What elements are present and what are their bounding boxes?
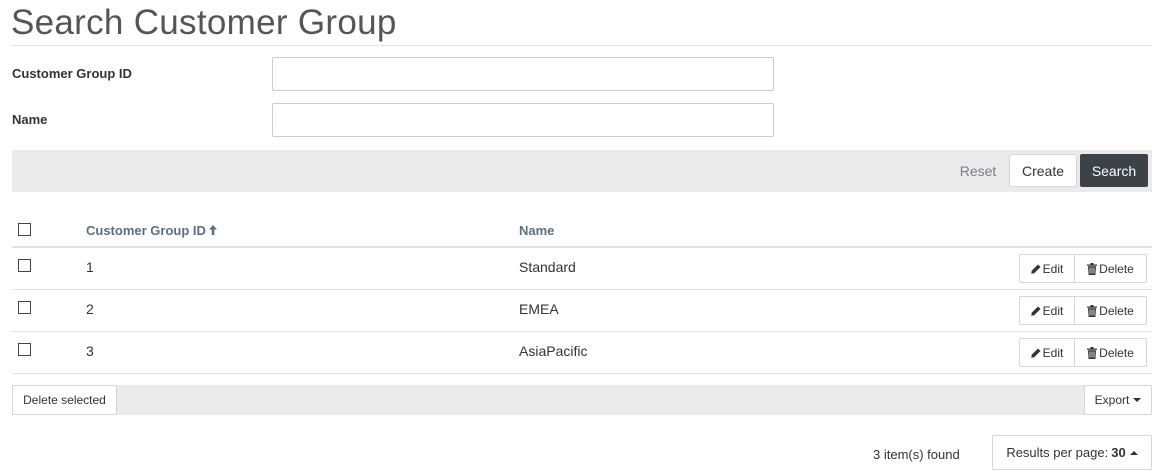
table-header: Customer Group ID Name xyxy=(12,212,1152,248)
title-divider xyxy=(11,45,1152,46)
select-all-checkbox[interactable] xyxy=(18,223,31,236)
caret-up-icon xyxy=(1129,450,1138,455)
results-per-page-label: Results per page: xyxy=(1006,445,1109,460)
page-title: Search Customer Group xyxy=(11,3,397,42)
delete-button[interactable]: Delete xyxy=(1075,296,1147,325)
trash-icon xyxy=(1087,262,1098,275)
edit-button[interactable]: Edit xyxy=(1019,296,1075,325)
search-button[interactable]: Search xyxy=(1080,154,1148,187)
edit-button-label: Edit xyxy=(1042,303,1064,318)
delete-button-label: Delete xyxy=(1099,261,1134,276)
edit-button[interactable]: Edit xyxy=(1019,338,1075,367)
pencil-icon xyxy=(1030,306,1041,316)
page: Search Customer Group Customer Group ID … xyxy=(0,0,1158,473)
results-per-page-dropdown[interactable]: Results per page: 30 xyxy=(992,435,1152,470)
pencil-icon xyxy=(1030,348,1041,358)
caret-down-icon xyxy=(1133,398,1142,402)
delete-selected-button[interactable]: Delete selected xyxy=(12,385,117,415)
form-row-customer-group-id: Customer Group ID xyxy=(12,57,774,91)
table-footer-bar: Delete selected Export xyxy=(12,385,1152,415)
export-button-label: Export xyxy=(1094,393,1130,407)
customer-group-id-label: Customer Group ID xyxy=(12,66,132,81)
arrow-up-icon xyxy=(208,225,217,238)
row-actions: Edit Delete xyxy=(1019,338,1147,367)
create-button[interactable]: Create xyxy=(1009,154,1077,187)
results-per-page-value: 30 xyxy=(1111,445,1126,460)
edit-button[interactable]: Edit xyxy=(1019,254,1075,283)
column-header-customer-group-id[interactable]: Customer Group ID xyxy=(86,223,217,238)
row-checkbox[interactable] xyxy=(18,343,31,356)
trash-icon xyxy=(1087,304,1098,317)
delete-button-label: Delete xyxy=(1099,345,1134,360)
search-action-bar: Reset Create Search xyxy=(12,150,1152,192)
column-header-name[interactable]: Name xyxy=(519,223,554,238)
name-input[interactable] xyxy=(272,103,774,137)
export-dropdown-button[interactable]: Export xyxy=(1084,385,1152,415)
form-row-name: Name xyxy=(12,103,774,137)
row-checkbox[interactable] xyxy=(18,301,31,314)
row-checkbox[interactable] xyxy=(18,259,31,272)
row-actions: Edit Delete xyxy=(1019,254,1147,283)
cell-customer-group-id: 1 xyxy=(86,259,94,275)
items-found-count: 3 item(s) found xyxy=(873,447,960,462)
cell-name: EMEA xyxy=(519,301,559,317)
column-header-customer-group-id-label: Customer Group ID xyxy=(86,223,206,238)
table-row: 3 AsiaPacific Edit Delete xyxy=(12,332,1152,374)
cell-name: AsiaPacific xyxy=(519,343,588,359)
pencil-icon xyxy=(1030,264,1041,274)
cell-name: Standard xyxy=(519,259,576,275)
reset-button[interactable]: Reset xyxy=(948,155,1008,187)
table-row: 1 Standard Edit Delete xyxy=(12,248,1152,290)
delete-button-label: Delete xyxy=(1099,303,1134,318)
customer-group-id-input[interactable] xyxy=(272,57,774,91)
cell-customer-group-id: 3 xyxy=(86,343,94,359)
results-table: Customer Group ID Name 1 Standard Edit D… xyxy=(12,212,1152,374)
edit-button-label: Edit xyxy=(1042,345,1064,360)
table-row: 2 EMEA Edit Delete xyxy=(12,290,1152,332)
delete-button[interactable]: Delete xyxy=(1075,254,1147,283)
edit-button-label: Edit xyxy=(1042,261,1064,276)
cell-customer-group-id: 2 xyxy=(86,301,94,317)
delete-button[interactable]: Delete xyxy=(1075,338,1147,367)
name-label: Name xyxy=(12,112,48,127)
row-actions: Edit Delete xyxy=(1019,296,1147,325)
trash-icon xyxy=(1087,346,1098,359)
